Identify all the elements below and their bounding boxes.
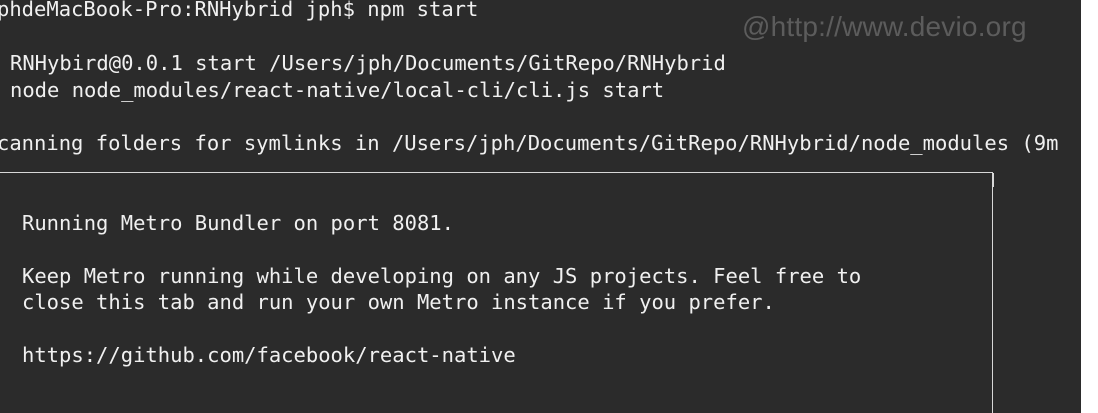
watermark: @http://www.devio.org	[742, 11, 1027, 42]
banner-keep-running-text-2: close this tab and run your own Metro in…	[22, 290, 775, 314]
banner-keep-running-text-1: Keep Metro running while developing on a…	[22, 264, 862, 288]
box-corner-tick	[992, 173, 994, 187]
npm-command-line: node node_modules/react-native/local-cli…	[10, 78, 665, 102]
terminal-window[interactable]: phdeMacBook-Pro:RNHybrid jph$ npm start …	[0, 0, 1081, 413]
npm-script-line: RNHybird@0.0.1 start /Users/jph/Document…	[10, 51, 726, 75]
scanning-line: canning folders for symlinks in /Users/j…	[0, 131, 1059, 155]
shell-prompt-line: phdeMacBook-Pro:RNHybrid jph$ npm start	[0, 0, 479, 21]
banner-running-text: Running Metro Bundler on port 8081.	[22, 211, 454, 235]
banner-github-link: https://github.com/facebook/react-native	[22, 343, 516, 367]
